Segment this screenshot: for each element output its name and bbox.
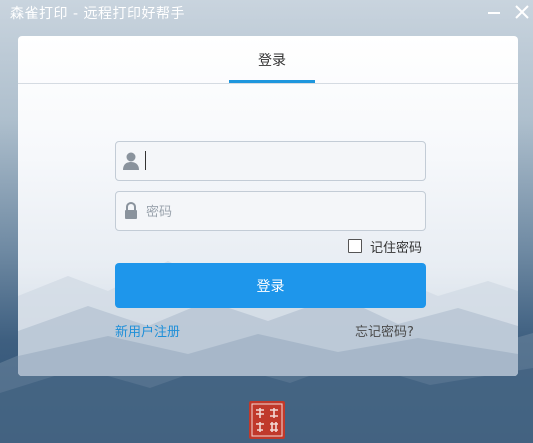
lock-icon	[125, 201, 137, 219]
tab-divider	[18, 83, 518, 84]
username-field[interactable]	[115, 141, 426, 181]
register-link[interactable]: 新用户注册	[115, 321, 180, 340]
username-input[interactable]	[144, 148, 418, 176]
forgot-password-link[interactable]: 忘记密码?	[355, 321, 414, 340]
minimize-icon	[488, 12, 500, 14]
password-field[interactable]	[115, 191, 426, 231]
login-panel: 登录 记住密码 登录 新用户注册 忘记密码?	[18, 36, 518, 376]
title-bar: 森雀打印 - 远程打印好帮手	[0, 0, 533, 26]
remember-password-label: 记住密码	[370, 240, 423, 256]
login-button[interactable]: 登录	[115, 263, 426, 308]
user-icon	[123, 152, 139, 170]
password-input[interactable]	[144, 198, 418, 226]
remember-password-checkbox[interactable]	[348, 239, 362, 253]
tab-login[interactable]: 登录	[229, 50, 315, 70]
close-button[interactable]	[512, 2, 532, 22]
logo-seal-icon	[249, 401, 285, 439]
close-icon	[515, 5, 529, 19]
remember-password[interactable]: 记住密码	[348, 237, 423, 256]
minimize-button[interactable]	[484, 2, 504, 22]
app-title: 森雀打印 - 远程打印好帮手	[10, 6, 185, 22]
